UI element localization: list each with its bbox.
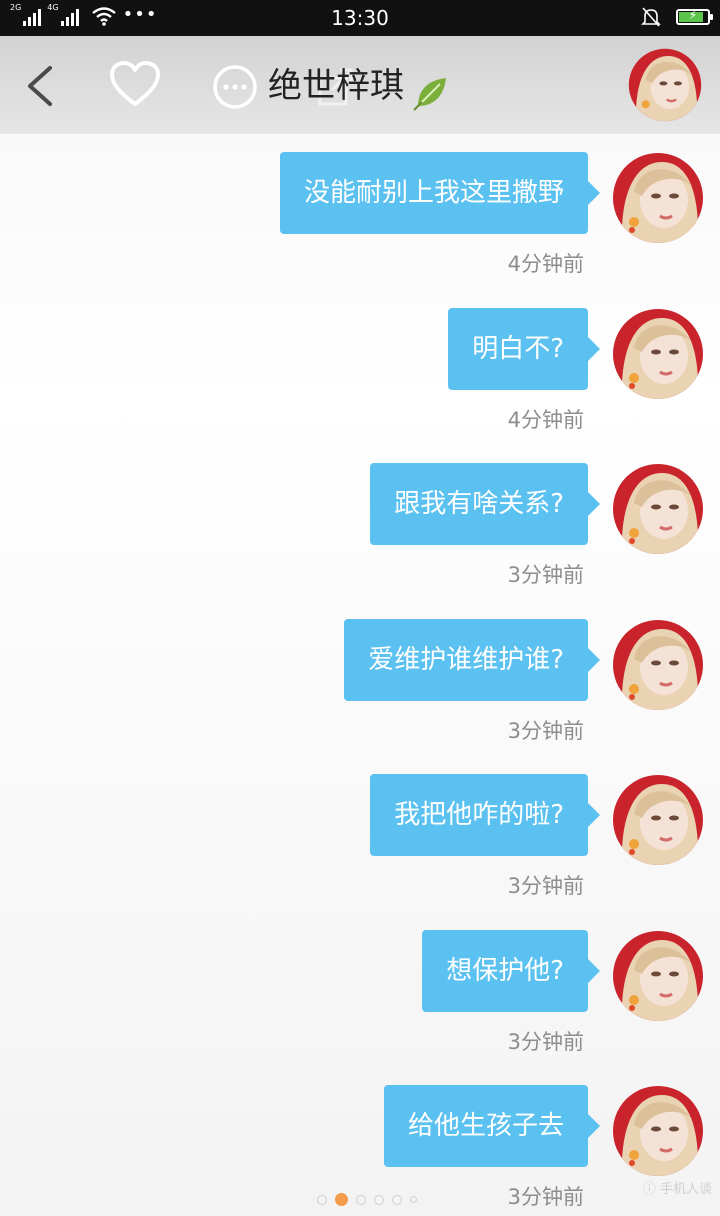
page-dot[interactable]	[410, 1196, 417, 1203]
page-dot[interactable]	[356, 1194, 366, 1205]
message-bubble[interactable]: 跟我有啥关系?	[370, 463, 600, 545]
watermark: ⓘ 手机人谈	[642, 1182, 712, 1197]
avatar-image	[613, 309, 703, 399]
avatar	[628, 48, 702, 122]
message-bubble[interactable]: 爱维护谁维护谁?	[344, 619, 600, 701]
more-dots-icon	[213, 65, 257, 109]
message-timestamp: 3分钟前	[507, 1185, 584, 1209]
message-bubble[interactable]: 没能耐别上我这里撒野	[279, 152, 601, 234]
battery-charging-icon: ⚡	[676, 8, 713, 25]
more-options-button[interactable]	[212, 64, 258, 110]
sender-avatar[interactable]	[612, 1085, 704, 1177]
like-button[interactable]	[108, 60, 162, 110]
sender-avatar[interactable]	[612, 308, 704, 400]
message-timestamp: 4分钟前	[507, 408, 584, 432]
header-avatar-button[interactable]	[628, 48, 702, 122]
chevron-left-icon	[28, 66, 52, 106]
sender-avatar[interactable]	[612, 774, 704, 866]
heart-icon	[110, 61, 160, 106]
contact-name: 绝世梓琪	[268, 66, 404, 106]
message-timestamp: 3分钟前	[507, 1030, 584, 1054]
avatar-image	[613, 153, 703, 243]
avatar-image	[613, 775, 703, 865]
sender-avatar[interactable]	[612, 152, 704, 244]
sender-avatar[interactable]	[612, 619, 704, 711]
message-timestamp: 3分钟前	[507, 719, 584, 743]
message-bubble[interactable]: 明白不?	[448, 308, 600, 390]
avatar-image	[613, 464, 703, 554]
message-bubble[interactable]: 给他生孩子去	[383, 1085, 601, 1167]
clock: 13:30	[331, 6, 389, 30]
avatar-image	[613, 620, 703, 710]
page-dot[interactable]	[392, 1194, 402, 1205]
page-dot[interactable]	[335, 1193, 348, 1206]
bell-off-icon	[641, 7, 661, 27]
page-indicator	[317, 1193, 417, 1206]
message-bubble[interactable]: 想保护他?	[422, 930, 600, 1012]
message-timestamp: 3分钟前	[507, 563, 584, 587]
message-bubble[interactable]: 我把他咋的啦?	[370, 774, 600, 856]
message-timestamp: 4分钟前	[507, 252, 584, 276]
chat-header: 绝世梓琪	[0, 36, 720, 134]
page-dot[interactable]	[317, 1194, 327, 1205]
message-timestamp: 3分钟前	[507, 874, 584, 898]
avatar-image	[613, 931, 703, 1021]
sender-avatar[interactable]	[612, 930, 704, 1022]
status-bar: 2G 4G ••• 13:30 ⚡	[0, 0, 720, 36]
sender-avatar[interactable]	[612, 463, 704, 555]
page-dot[interactable]	[374, 1194, 384, 1205]
leaf-icon	[413, 78, 446, 111]
status-right: ⚡	[640, 6, 713, 28]
avatar-image	[613, 1086, 703, 1176]
back-button[interactable]	[20, 62, 60, 110]
